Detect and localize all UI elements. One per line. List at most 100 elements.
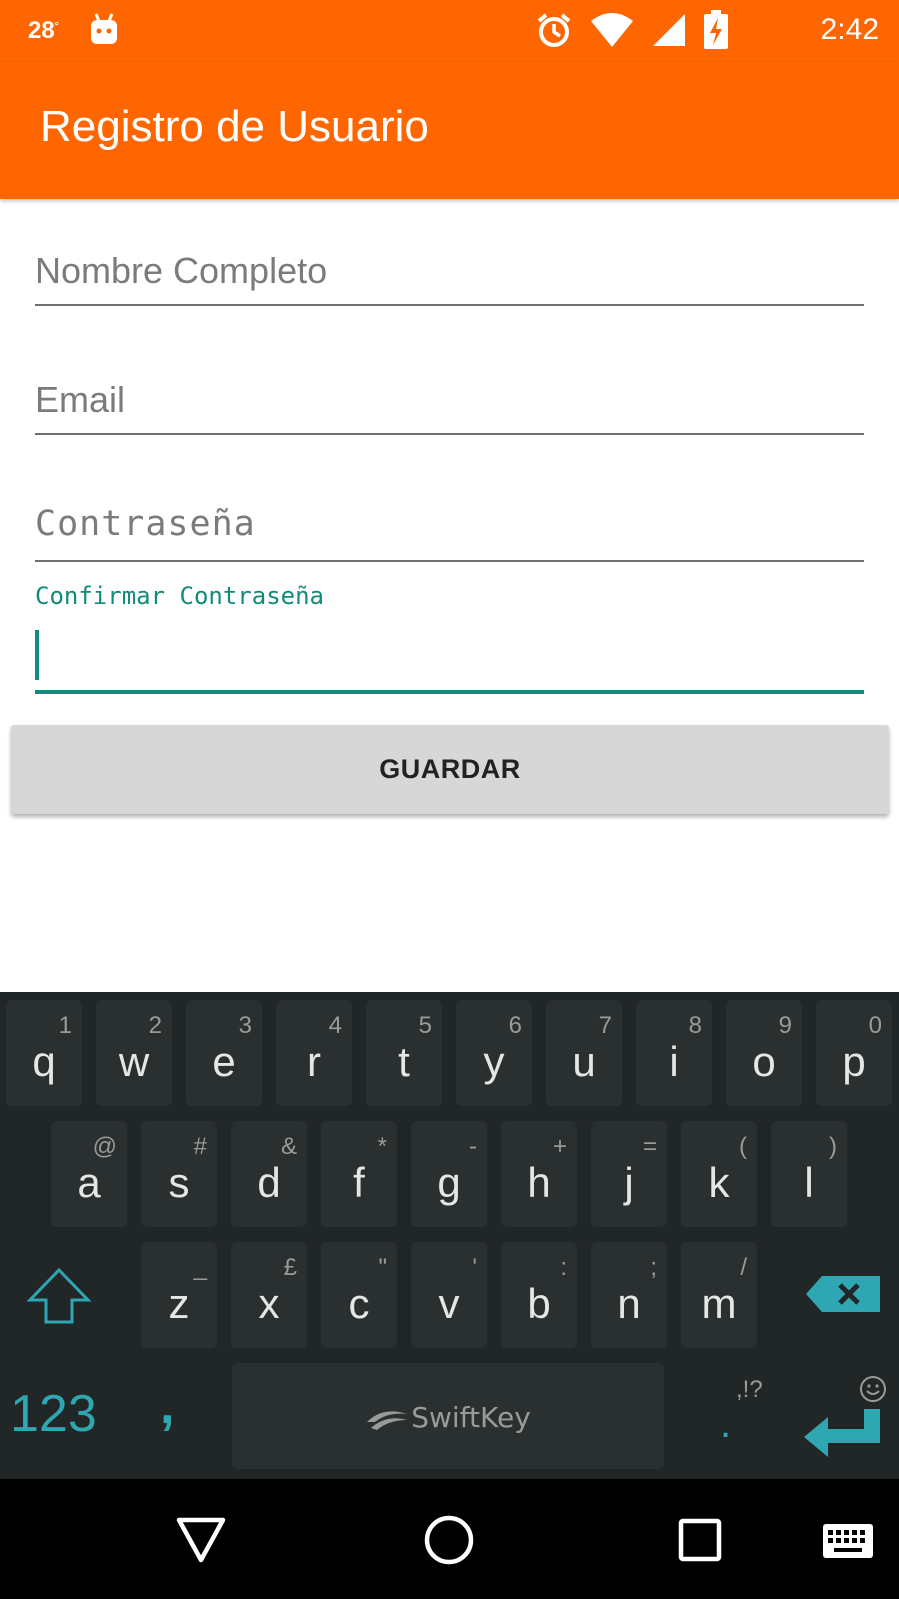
save-button[interactable]: GUARDAR — [11, 725, 889, 814]
key-n[interactable]: ; n — [591, 1242, 667, 1348]
key-secondary-label: = — [642, 1133, 657, 1160]
password-field[interactable]: Contraseña — [35, 494, 864, 562]
key-secondary-label: 3 — [238, 1012, 252, 1039]
key-label: g — [437, 1159, 461, 1206]
status-bar: 28° 2:42 — [0, 0, 899, 62]
key-e[interactable]: 3e — [186, 1000, 262, 1106]
key-y[interactable]: 6y — [456, 1000, 532, 1106]
key-secondary-label: " — [378, 1254, 387, 1281]
key-l[interactable]: ) l — [771, 1121, 847, 1227]
comma-key[interactable]: , — [160, 1376, 174, 1436]
shift-arrow-icon — [26, 1267, 92, 1324]
key-secondary-label: 2 — [148, 1012, 162, 1039]
key-secondary-label: ' — [472, 1254, 477, 1281]
backspace-icon — [806, 1276, 880, 1312]
key-label: o — [752, 1038, 776, 1085]
key-d[interactable]: & d — [231, 1121, 307, 1227]
key-secondary-label: ) — [829, 1133, 837, 1160]
punctuation-hint: ,!? — [736, 1376, 763, 1403]
key-r[interactable]: 4r — [276, 1000, 352, 1106]
key-secondary-label: 1 — [58, 1012, 72, 1039]
key-label: v — [438, 1280, 460, 1327]
key-t[interactable]: 5t — [366, 1000, 442, 1106]
key-secondary-label: 6 — [508, 1012, 522, 1039]
key-secondary-label: : — [560, 1254, 567, 1281]
key-secondary-label: 0 — [868, 1012, 882, 1039]
navigation-bar — [0, 1479, 899, 1599]
system-icons — [535, 10, 729, 50]
key-u[interactable]: 7u — [546, 1000, 622, 1106]
key-label: u — [572, 1038, 596, 1085]
full-name-field[interactable]: Nombre Completo — [35, 240, 864, 306]
key-secondary-label: ( — [739, 1133, 747, 1160]
text-cursor — [35, 630, 39, 680]
key-secondary-label: 4 — [328, 1012, 342, 1039]
key-secondary-label: # — [193, 1133, 207, 1160]
key-i[interactable]: 8i — [636, 1000, 712, 1106]
key-label: d — [257, 1159, 281, 1206]
numbers-key[interactable]: 123 — [10, 1384, 97, 1444]
key-g[interactable]: -g — [411, 1121, 487, 1227]
key-m[interactable]: / m — [681, 1242, 757, 1348]
key-secondary-label: 7 — [598, 1012, 612, 1039]
key-label: b — [527, 1280, 551, 1327]
key-w[interactable]: 2w — [96, 1000, 172, 1106]
key-a[interactable]: @ a — [51, 1121, 127, 1227]
key-k[interactable]: (k — [681, 1121, 757, 1227]
period-key[interactable]: . — [720, 1402, 731, 1447]
key-o[interactable]: 9o — [726, 1000, 802, 1106]
key-j[interactable]: = j — [591, 1121, 667, 1227]
backspace-key[interactable] — [800, 1244, 890, 1350]
key-secondary-label: @ — [92, 1133, 117, 1160]
email-placeholder: Email — [35, 379, 126, 420]
key-v[interactable]: ' v — [411, 1242, 487, 1348]
soft-keyboard: 1q2w3e4r5t6y7u8i9o0p @ a # s & d * f - g + h = j(k) l … — [0, 992, 899, 1479]
key-secondary-label: & — [280, 1133, 297, 1160]
key-secondary-label: 8 — [688, 1012, 702, 1039]
key-x[interactable]: £ x — [231, 1242, 307, 1348]
key-h[interactable]: + h — [501, 1121, 577, 1227]
page-title: Registro de Usuario — [40, 102, 429, 151]
key-s[interactable]: # s — [141, 1121, 217, 1227]
key-secondary-label: _ — [193, 1254, 207, 1281]
key-label: t — [398, 1038, 410, 1085]
key-secondary-label: - — [469, 1133, 477, 1160]
wifi-icon — [591, 13, 633, 47]
key-q[interactable]: 1q — [6, 1000, 82, 1106]
key-label: i — [669, 1038, 679, 1085]
key-secondary-label: + — [552, 1133, 567, 1160]
key-label: h — [527, 1159, 551, 1206]
key-label: r — [307, 1038, 321, 1085]
key-label: c — [348, 1280, 370, 1327]
battery-charging-icon — [704, 10, 728, 49]
key-label: a — [77, 1159, 101, 1206]
key-label: w — [118, 1038, 150, 1085]
home-icon[interactable] — [423, 1514, 475, 1566]
space-bar[interactable]: SwiftKey — [232, 1363, 664, 1469]
key-b[interactable]: :b — [501, 1242, 577, 1348]
enter-icon[interactable] — [802, 1407, 882, 1459]
password-placeholder: Contraseña — [35, 504, 256, 544]
key-p[interactable]: 0p — [816, 1000, 892, 1106]
key-f[interactable]: * f — [321, 1121, 397, 1227]
swiftkey-logo-icon — [367, 1411, 408, 1430]
clock: 2:42 — [820, 13, 879, 46]
key-label: f — [353, 1159, 365, 1206]
key-label: q — [32, 1038, 56, 1085]
key-label: m — [701, 1280, 737, 1327]
key-label: y — [483, 1038, 505, 1085]
key-c[interactable]: " c — [321, 1242, 397, 1348]
confirm-password-field[interactable] — [35, 620, 864, 694]
cell-signal-icon — [653, 14, 685, 46]
key-z[interactable]: _ z — [141, 1242, 217, 1348]
recent-apps-icon[interactable] — [678, 1518, 722, 1562]
key-label: e — [212, 1038, 236, 1085]
keyboard-switch-icon[interactable] — [822, 1523, 874, 1559]
confirm-password-label: Confirmar Contraseña — [35, 582, 324, 610]
email-field[interactable]: Email — [35, 367, 864, 435]
full-name-placeholder: Nombre Completo — [35, 250, 328, 291]
emoji-icon[interactable] — [858, 1374, 888, 1404]
shift-key[interactable] — [10, 1244, 106, 1350]
back-icon[interactable] — [176, 1517, 226, 1563]
key-secondary-label: 5 — [418, 1012, 432, 1039]
